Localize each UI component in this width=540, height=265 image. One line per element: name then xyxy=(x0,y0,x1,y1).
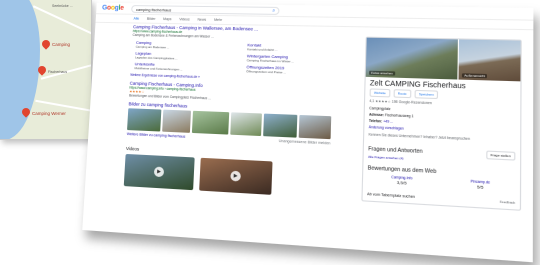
map-pin-label: Camping xyxy=(52,42,71,47)
search-icon[interactable]: ⌕ xyxy=(272,7,275,13)
report-images-link[interactable]: Unangemessene Bilder melden xyxy=(279,139,331,146)
search-result: Camping Fischerhaus - Camping in Wallers… xyxy=(133,24,356,41)
google-logo[interactable]: Google xyxy=(102,5,124,12)
photo-tag[interactable]: Fotos ansehen xyxy=(369,70,396,76)
result-image[interactable] xyxy=(263,113,298,138)
video-thumbnail[interactable]: ▶ xyxy=(123,153,195,191)
knowledge-panel: Fotos ansehen Außenansicht Zelt CAMPING … xyxy=(361,36,522,211)
sitelink[interactable]: Kontakt Kontakt und Anfahrt ... xyxy=(247,42,355,54)
map-place-label: Seebrücke ... xyxy=(52,4,73,8)
more-images-link[interactable]: Weitere Bilder zu camping fischerhaus xyxy=(127,132,186,139)
result-image[interactable] xyxy=(162,109,192,133)
tab-news[interactable]: News xyxy=(197,18,206,22)
map-road xyxy=(32,5,91,37)
tab-all[interactable]: Alle xyxy=(133,17,139,21)
route-button[interactable]: Route xyxy=(393,89,412,99)
sitelink[interactable]: Unterkünfte Mobilheime und Ferienwohnunge… xyxy=(134,61,236,73)
sitelink[interactable]: Lageplan Lageplan des Campingplatzes ... xyxy=(135,51,237,62)
web-review[interactable]: Pincamp.de 5/5 xyxy=(470,179,491,190)
tab-images[interactable]: Bilder xyxy=(147,17,156,21)
sitelink[interactable]: Öffnungszeiten 2019 Öffnungszeiten und Pr… xyxy=(246,64,354,76)
sitelinks: Camping Camping am Bodensee ... Kontakt Ko… xyxy=(134,40,354,77)
results-column: Camping Fischerhaus - Camping in Wallers… xyxy=(123,24,356,200)
photo-tag[interactable]: Außenansicht xyxy=(461,73,488,79)
review-score: 5/5 xyxy=(476,183,484,190)
web-review[interactable]: Camping.Info 3,5/5 xyxy=(391,175,412,186)
more-search-link[interactable]: Ab vom Tabernplatz suchen xyxy=(367,192,415,199)
search-query: camping fischerhaus xyxy=(135,6,172,12)
sitelink[interactable]: Camping Camping am Bodensee ... xyxy=(136,40,238,51)
search-results-page: Google camping fischerhaus ⌕ Alle Bilder… xyxy=(82,2,534,263)
map-pin-icon[interactable] xyxy=(40,38,52,50)
video-thumbnail[interactable]: ▶ xyxy=(199,157,273,195)
map-pin-label: Camping Werner xyxy=(32,111,66,116)
website-button[interactable]: Website xyxy=(369,88,391,98)
map-lake xyxy=(0,0,40,139)
result-image[interactable] xyxy=(230,112,262,137)
video-strip: ▶ ▶ xyxy=(123,153,352,200)
result-image[interactable] xyxy=(127,108,162,132)
save-button[interactable]: Speichern xyxy=(414,89,439,100)
map-thumbnail[interactable]: Seebrücke ... Camping Fischerhaus Campin… xyxy=(0,0,92,140)
feedback-link[interactable]: Feedback xyxy=(500,200,516,205)
search-input[interactable]: camping fischerhaus ⌕ xyxy=(131,4,280,15)
play-icon[interactable]: ▶ xyxy=(153,166,165,178)
sitelink[interactable]: Wintergarten Camping Camping Fischerhaus … xyxy=(247,53,355,65)
result-image[interactable] xyxy=(191,110,230,135)
ask-question-button[interactable]: Frage stellen xyxy=(485,150,516,161)
play-icon[interactable]: ▶ xyxy=(230,170,241,182)
result-image[interactable] xyxy=(298,114,332,140)
tab-maps[interactable]: Maps xyxy=(163,17,172,21)
panel-photos[interactable]: Fotos ansehen Außenansicht xyxy=(365,37,521,82)
panel-photo[interactable]: Außenansicht xyxy=(458,39,521,82)
tab-videos[interactable]: Videos xyxy=(179,17,190,21)
map-place-label: Fischerhaus xyxy=(48,70,68,74)
panel-photo[interactable]: Fotos ansehen xyxy=(365,37,458,80)
tab-more[interactable]: Mehr xyxy=(214,18,222,22)
